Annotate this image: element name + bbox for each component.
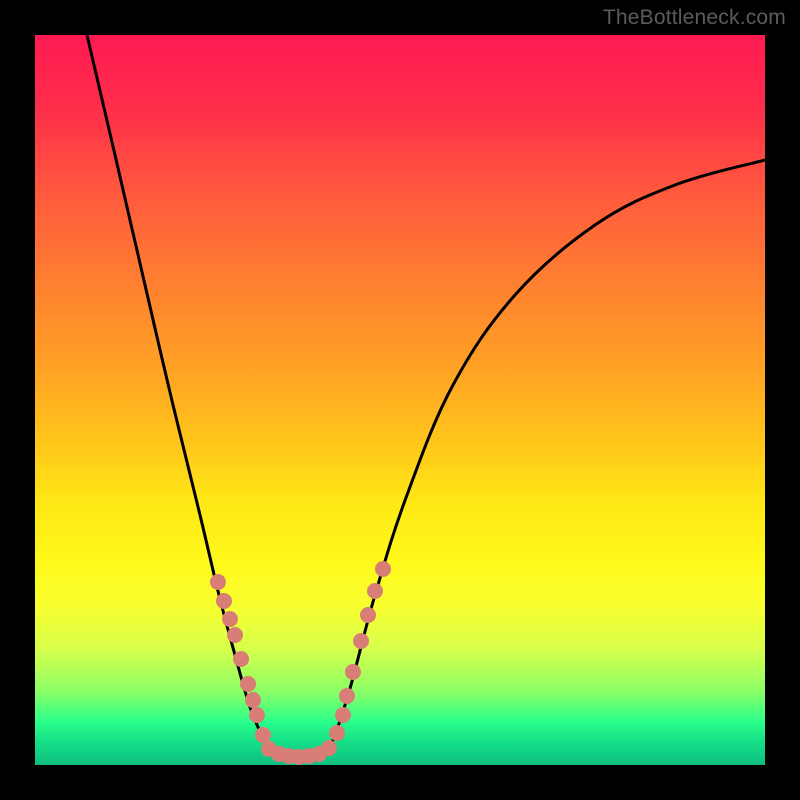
curve-layer [35, 35, 765, 765]
data-marker [345, 664, 361, 680]
data-marker [245, 692, 261, 708]
data-marker [367, 583, 383, 599]
watermark-text: TheBottleneck.com [603, 6, 786, 30]
markers-left [210, 574, 271, 743]
data-marker [339, 688, 355, 704]
data-marker [329, 725, 345, 741]
data-marker [210, 574, 226, 590]
data-marker [353, 633, 369, 649]
data-marker [375, 561, 391, 577]
data-marker [255, 727, 271, 743]
data-marker [240, 676, 256, 692]
markers-bottom [261, 740, 337, 765]
data-marker [321, 740, 337, 756]
left-branch-path [87, 35, 273, 751]
data-marker [233, 651, 249, 667]
data-marker [360, 607, 376, 623]
plot-area [35, 35, 765, 765]
data-marker [249, 707, 265, 723]
data-marker [335, 707, 351, 723]
data-marker [222, 611, 238, 627]
data-marker [227, 627, 243, 643]
chart-frame: TheBottleneck.com [0, 0, 800, 800]
right-branch-path [327, 160, 765, 751]
data-marker [216, 593, 232, 609]
